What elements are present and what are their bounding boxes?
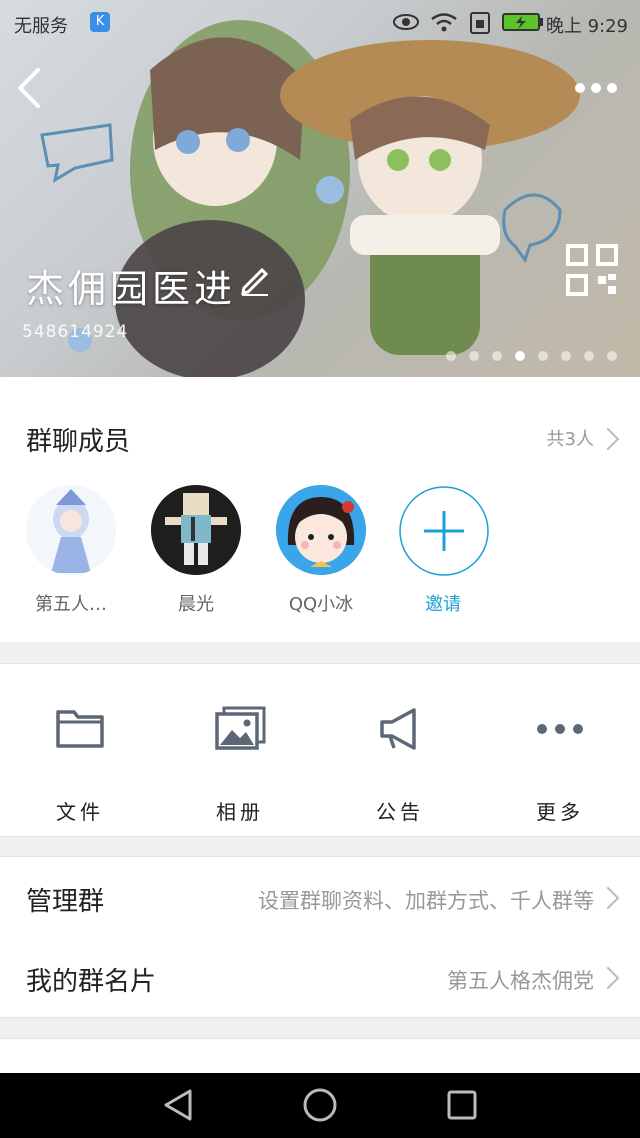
qr-code-button[interactable] xyxy=(566,244,618,296)
group-name: 杰佣园医进 xyxy=(26,267,237,311)
my-group-card-row[interactable]: 我的群名片 第五人格杰佣党 xyxy=(0,937,640,1018)
nav-back-icon[interactable] xyxy=(160,1087,196,1123)
chevron-right-icon xyxy=(596,427,620,451)
group-id: 548614924 xyxy=(22,322,129,342)
group-tools-section: 文件 相册 公告 更多 xyxy=(0,663,640,837)
nav-home-icon[interactable] xyxy=(302,1087,338,1123)
chevron-right-icon xyxy=(596,966,620,990)
folder-icon xyxy=(56,710,104,748)
group-cover-banner[interactable]: 无服务 K 晚上 9:29 杰佣园医进 548614924 xyxy=(0,0,640,377)
page-dot xyxy=(446,351,456,361)
avatar-image-icon xyxy=(26,485,116,575)
carrier-text: 无服务 xyxy=(14,16,68,37)
nav-recents-icon[interactable] xyxy=(446,1089,478,1121)
page-dot xyxy=(584,351,594,361)
sim-card-icon xyxy=(470,12,490,34)
tool-album[interactable]: 相册 xyxy=(180,704,300,824)
manage-group-summary: 设置群聊资料、加群方式、千人群等 xyxy=(258,889,594,913)
group-members-section: 群聊成员 共3人 第五人… 晨光 QQ小冰 邀请 xyxy=(0,377,640,642)
avatar-image-icon xyxy=(276,485,366,575)
page-dot xyxy=(538,351,548,361)
system-nav-bar xyxy=(0,1073,640,1138)
page-dot xyxy=(607,351,617,361)
album-icon xyxy=(215,706,266,750)
page-dot xyxy=(469,351,479,361)
tool-label: 相册 xyxy=(216,800,264,824)
member-name: 晨光 xyxy=(178,594,214,615)
invite-add-button[interactable] xyxy=(398,485,490,577)
battery-charging-icon xyxy=(502,13,543,31)
eye-icon xyxy=(393,14,419,30)
edit-name-icon[interactable] xyxy=(238,262,272,296)
cover-page-indicator xyxy=(446,346,630,361)
page-dot xyxy=(492,351,502,361)
member-count[interactable]: 共3人 xyxy=(547,425,594,451)
tool-label: 更多 xyxy=(536,800,584,824)
member-name: 第五人… xyxy=(35,594,107,615)
manage-group-title: 管理群 xyxy=(26,887,105,917)
k-app-badge-icon: K xyxy=(90,12,110,32)
page-dot xyxy=(561,351,571,361)
page-dot xyxy=(515,351,525,361)
tool-announcement[interactable]: 公告 xyxy=(340,704,460,824)
invite-label[interactable]: 邀请 xyxy=(388,590,498,616)
cover-artwork xyxy=(40,20,580,377)
manage-group-row[interactable]: 管理群 设置群聊资料、加群方式、千人群等 xyxy=(0,856,640,938)
members-title: 群聊成员 xyxy=(26,427,131,457)
my-group-card-title: 我的群名片 xyxy=(26,967,157,997)
status-bar: 无服务 K 晚上 9:29 xyxy=(0,0,640,44)
tool-more[interactable]: 更多 xyxy=(500,704,620,824)
my-group-card-value: 第五人格杰佣党 xyxy=(447,969,594,993)
wifi-icon xyxy=(431,13,457,32)
member-name: QQ小冰 xyxy=(288,594,354,615)
more-dots-icon xyxy=(537,724,583,734)
back-button[interactable] xyxy=(12,66,48,110)
tool-file[interactable]: 文件 xyxy=(20,704,140,824)
member-avatar[interactable] xyxy=(26,485,116,575)
chevron-right-icon xyxy=(596,886,620,910)
tool-label: 文件 xyxy=(56,800,104,824)
avatar-image-icon xyxy=(151,485,241,575)
member-avatar[interactable] xyxy=(276,485,366,575)
member-avatar[interactable] xyxy=(151,485,241,575)
megaphone-icon xyxy=(380,708,416,750)
tool-label: 公告 xyxy=(376,800,424,824)
more-options-button[interactable] xyxy=(572,78,620,98)
clock-text: 晚上 9:29 xyxy=(545,16,628,37)
